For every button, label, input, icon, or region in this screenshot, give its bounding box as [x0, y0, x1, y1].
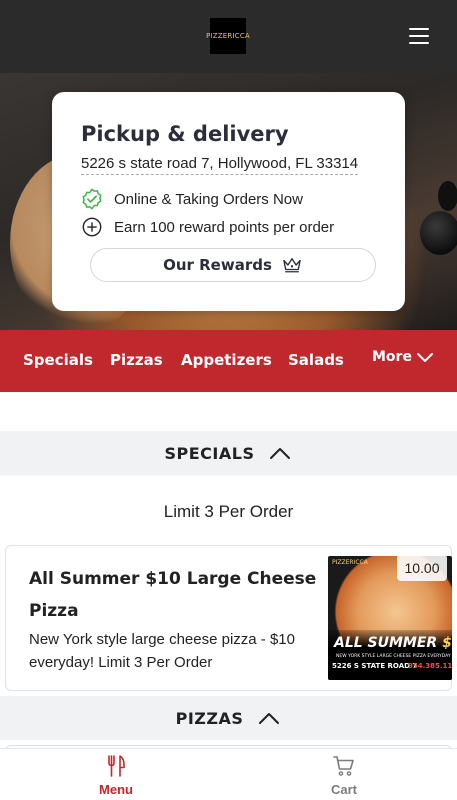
- section-header-pizzas[interactable]: PIZZAS: [0, 696, 457, 740]
- menu-item-image-headline: ALL SUMMER $10: [334, 635, 452, 651]
- store-address-link[interactable]: 5226 s state road 7, Hollywood, FL 33314: [81, 155, 359, 175]
- menu-item-image-subline: NEW YORK STYLE LARGE CHEESE PIZZA EVERYD…: [336, 654, 451, 659]
- store-status: Online & Taking Orders Now: [81, 188, 303, 210]
- category-tab-salads[interactable]: Salads: [288, 351, 344, 369]
- category-nav: Specials Pizzas Appetizers Salads More: [0, 330, 457, 392]
- category-more-label: More: [372, 349, 412, 365]
- chevron-up-icon: [270, 448, 291, 459]
- logo-text: PIZZERICCA: [206, 32, 250, 40]
- reward-points-text: Earn 100 reward points per order: [114, 218, 335, 236]
- section-header-specials[interactable]: SPECIALS: [0, 431, 457, 475]
- bottom-nav-cart[interactable]: Cart: [294, 754, 394, 797]
- our-rewards-button[interactable]: Our Rewards: [90, 248, 376, 282]
- top-header: PIZZERICCA: [0, 0, 457, 73]
- category-tab-specials[interactable]: Specials: [23, 351, 93, 369]
- fork-knife-icon: [108, 755, 125, 777]
- check-badge-icon: [82, 188, 102, 210]
- menu-item-image-brand: PIZZERICCA: [332, 559, 368, 566]
- menu-item-description: New York style large cheese pizza - $10 …: [29, 631, 295, 671]
- menu-item-price: 10.00: [397, 554, 447, 581]
- chevron-down-icon: [416, 353, 433, 362]
- section-title-pizzas: PIZZAS: [175, 708, 244, 728]
- specials-note: Limit 3 Per Order: [163, 502, 294, 521]
- category-more-button[interactable]: More: [372, 349, 434, 365]
- category-tab-pizzas[interactable]: Pizzas: [110, 351, 163, 369]
- page: PIZZERICCA Pickup & delivery 5226 s stat…: [0, 0, 457, 800]
- menu-item-card[interactable]: All Summer $10 Large Cheese Pizza New Yo…: [5, 545, 452, 691]
- crown-icon: [283, 258, 301, 273]
- location-card: Pickup & delivery 5226 s state road 7, H…: [52, 92, 405, 311]
- hamburger-icon: [409, 28, 429, 30]
- hero-olive-image: [420, 211, 457, 255]
- menu-item-image-address: 5226 S STATE ROAD 7: [332, 662, 418, 670]
- menu-item-image-phone: 954.385.1136: [408, 662, 452, 670]
- plus-circle-icon: [82, 217, 102, 237]
- menu-item-name: All Summer $10 Large Cheese Pizza: [29, 569, 317, 621]
- category-tab-appetizers[interactable]: Appetizers: [181, 351, 272, 369]
- bottom-nav-cart-label: Cart: [330, 782, 357, 797]
- cart-icon: [333, 756, 354, 776]
- hero-olive-image: [438, 181, 457, 211]
- location-card-title: Pickup & delivery: [81, 122, 289, 146]
- section-title-specials: SPECIALS: [164, 443, 255, 463]
- restaurant-logo[interactable]: PIZZERICCA: [206, 18, 250, 54]
- chevron-up-icon: [259, 713, 280, 724]
- our-rewards-label: Our Rewards: [163, 256, 272, 274]
- store-status-text: Online & Taking Orders Now: [114, 190, 303, 208]
- bottom-nav-menu[interactable]: Menu: [66, 754, 166, 797]
- bottom-nav-menu-label: Menu: [99, 782, 133, 797]
- bottom-nav: Menu Cart: [0, 748, 457, 800]
- hamburger-menu-button[interactable]: [405, 23, 435, 49]
- reward-points-info: Earn 100 reward points per order: [81, 216, 334, 238]
